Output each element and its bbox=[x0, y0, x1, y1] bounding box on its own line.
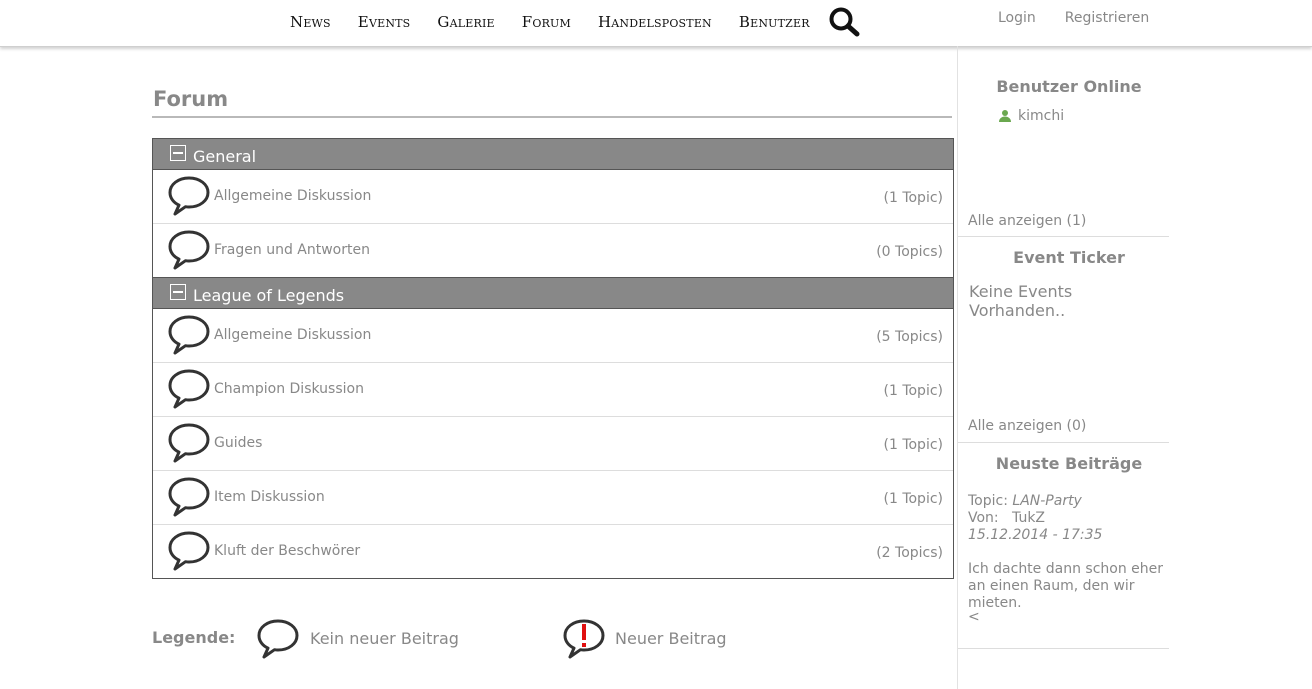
sidebar-divider bbox=[958, 442, 1169, 443]
main-nav: News Events Galerie Forum Handelsposten … bbox=[290, 12, 837, 32]
online-show-all-link[interactable]: Alle anzeigen (1) bbox=[968, 213, 1086, 229]
board-row[interactable]: Kluft der Beschwörer (2 Topics) bbox=[153, 525, 953, 578]
nav-events[interactable]: Events bbox=[358, 12, 411, 32]
post-more-link[interactable]: < bbox=[968, 610, 1168, 624]
board-name[interactable]: Kluft der Beschwörer bbox=[214, 543, 360, 559]
category-header-general[interactable]: General bbox=[153, 139, 953, 170]
online-user[interactable]: kimchi bbox=[998, 108, 1064, 124]
speech-bubble-icon bbox=[168, 531, 210, 571]
category-title: League of Legends bbox=[193, 286, 345, 305]
event-ticker-title: Event Ticker bbox=[1013, 248, 1125, 267]
category-title: General bbox=[193, 147, 257, 166]
topic-count: (0 Topics) bbox=[876, 244, 943, 260]
board-row[interactable]: Champion Diskussion (1 Topic) bbox=[153, 363, 953, 417]
latest-posts-title: Neuste Beiträge bbox=[995, 454, 1143, 473]
register-link[interactable]: Registrieren bbox=[1065, 10, 1149, 26]
legend-no-new-label: Kein neuer Beitrag bbox=[310, 629, 459, 648]
title-divider bbox=[152, 116, 952, 118]
board-row[interactable]: Item Diskussion (1 Topic) bbox=[153, 471, 953, 525]
login-link[interactable]: Login bbox=[998, 10, 1036, 26]
legend: Legende: Kein neuer Beitrag Neuer Beitra… bbox=[152, 617, 772, 663]
nav-benutzer[interactable]: Benutzer bbox=[739, 12, 810, 32]
topic-label: Topic: bbox=[968, 493, 1008, 509]
post-excerpt: Ich dachte dann schon eher an einen Raum… bbox=[968, 561, 1164, 611]
board-name[interactable]: Guides bbox=[214, 435, 262, 451]
board-name[interactable]: Allgemeine Diskussion bbox=[214, 327, 371, 343]
board-name[interactable]: Champion Diskussion bbox=[214, 381, 364, 397]
speech-bubble-icon bbox=[168, 423, 210, 463]
board-row[interactable]: Fragen und Antworten (0 Topics) bbox=[153, 224, 953, 278]
forum-board-list: General Allgemeine Diskussion (1 Topic) … bbox=[152, 138, 954, 579]
event-ticker-empty: Keine Events Vorhanden.. bbox=[969, 282, 1073, 320]
board-row[interactable]: Allgemeine Diskussion (1 Topic) bbox=[153, 170, 953, 224]
sidebar-divider bbox=[958, 648, 1169, 649]
speech-bubble-icon bbox=[168, 176, 210, 216]
nav-handelsposten[interactable]: Handelsposten bbox=[598, 12, 712, 32]
topic-count: (1 Topic) bbox=[883, 437, 944, 453]
sidebar-divider bbox=[958, 236, 1169, 237]
nav-news[interactable]: News bbox=[290, 12, 331, 32]
speech-bubble-alert-icon bbox=[563, 619, 605, 659]
legend-title: Legende: bbox=[152, 628, 236, 647]
nav-galerie[interactable]: Galerie bbox=[437, 12, 494, 32]
post-author[interactable]: TukZ bbox=[1012, 510, 1045, 526]
speech-bubble-icon bbox=[257, 619, 299, 659]
board-name[interactable]: Allgemeine Diskussion bbox=[214, 188, 371, 204]
legend-new-label: Neuer Beitrag bbox=[615, 629, 727, 648]
board-name[interactable]: Fragen und Antworten bbox=[214, 242, 370, 258]
collapse-icon[interactable] bbox=[170, 284, 186, 300]
author-label: Von: bbox=[968, 510, 999, 526]
category-header-league-of-legends[interactable]: League of Legends bbox=[153, 278, 953, 309]
page-title: Forum bbox=[153, 87, 229, 111]
post-topic[interactable]: LAN-Party bbox=[1012, 493, 1081, 509]
topic-count: (1 Topic) bbox=[883, 491, 944, 507]
top-navigation-bar: News Events Galerie Forum Handelsposten … bbox=[0, 0, 1312, 47]
latest-post[interactable]: Topic: LAN-Party Von: TukZ 15.12.2014 - … bbox=[968, 493, 1168, 624]
online-user-name[interactable]: kimchi bbox=[1018, 108, 1064, 124]
board-row[interactable]: Allgemeine Diskussion (5 Topics) bbox=[153, 309, 953, 363]
topic-count: (5 Topics) bbox=[876, 329, 943, 345]
post-date: 15.12.2014 - 17:35 bbox=[968, 527, 1103, 543]
sidebar: Benutzer Online kimchi Alle anzeigen (1)… bbox=[957, 46, 1169, 689]
speech-bubble-icon bbox=[168, 477, 210, 517]
events-show-all-link[interactable]: Alle anzeigen (0) bbox=[968, 418, 1086, 434]
collapse-icon[interactable] bbox=[170, 145, 186, 161]
topic-count: (1 Topic) bbox=[883, 383, 944, 399]
board-row[interactable]: Guides (1 Topic) bbox=[153, 417, 953, 471]
topic-count: (2 Topics) bbox=[876, 545, 943, 561]
board-name[interactable]: Item Diskussion bbox=[214, 489, 325, 505]
auth-links: Login Registrieren bbox=[998, 10, 1178, 26]
speech-bubble-icon bbox=[168, 230, 210, 270]
speech-bubble-icon bbox=[168, 315, 210, 355]
speech-bubble-icon bbox=[168, 369, 210, 409]
search-icon[interactable] bbox=[828, 6, 862, 38]
user-icon bbox=[999, 110, 1011, 122]
nav-forum[interactable]: Forum bbox=[522, 12, 571, 32]
online-users-title: Benutzer Online bbox=[996, 77, 1142, 96]
topic-count: (1 Topic) bbox=[883, 190, 944, 206]
